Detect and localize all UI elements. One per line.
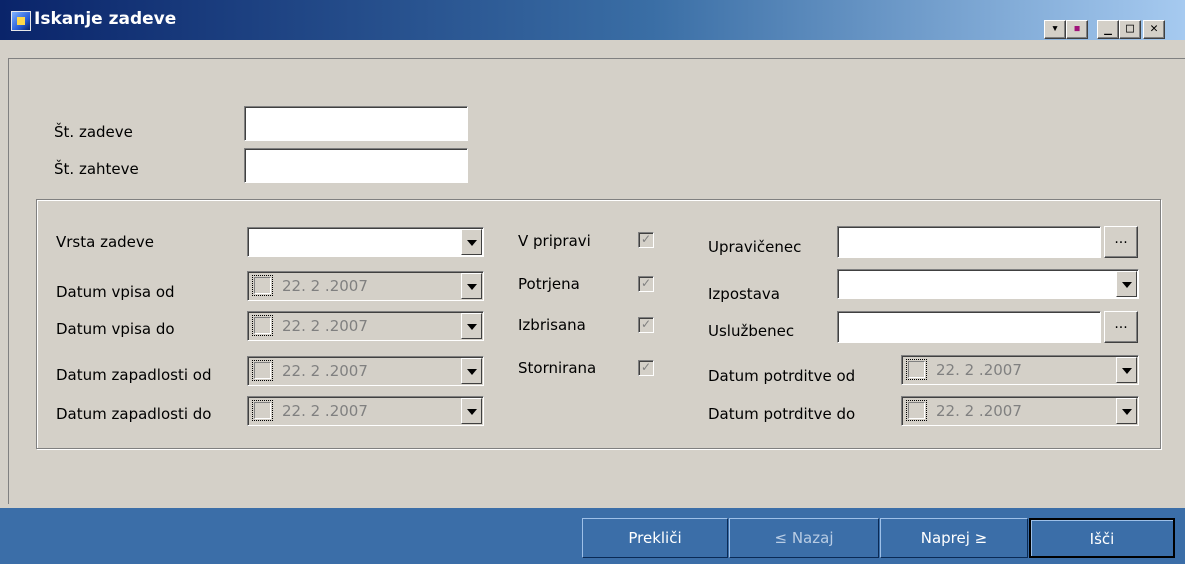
cancel-button[interactable]: Prekliči (582, 518, 728, 558)
upravicenec-browse-button[interactable]: ... (1104, 226, 1138, 258)
izpostava-label: Izpostava (708, 285, 780, 303)
dropdown-arrow-icon[interactable] (1116, 271, 1137, 297)
dropdown-arrow-icon[interactable] (1116, 357, 1137, 383)
v-pripravi-label: V pripravi (518, 232, 591, 250)
datum-zapadlosti-od-checkbox[interactable] (252, 360, 273, 381)
stornirana-label: Stornirana (518, 359, 597, 377)
usluzbenec-browse-button[interactable]: ... (1104, 311, 1138, 343)
datum-zapadlosti-do-label: Datum zapadlosti do (56, 405, 212, 423)
back-button[interactable]: ≤ Nazaj (729, 518, 879, 558)
usluzbenec-input[interactable] (837, 311, 1101, 343)
datum-potrditve-od-checkbox[interactable] (906, 359, 927, 380)
datum-vpisa-od-label: Datum vpisa od (56, 283, 175, 301)
datum-zapadlosti-do-picker[interactable]: 22. 2 .2007 (247, 396, 484, 426)
dropdown-arrow-icon[interactable] (461, 229, 482, 255)
datum-vpisa-od-checkbox[interactable] (252, 275, 273, 296)
st-zahteve-input[interactable] (244, 148, 468, 183)
vrsta-zadeve-label: Vrsta zadeve (56, 233, 155, 251)
izbrisana-checkbox[interactable]: ✓ (638, 317, 654, 333)
dropdown-arrow-icon[interactable] (461, 398, 482, 424)
next-button[interactable]: Naprej ≥ (880, 518, 1028, 558)
v-pripravi-checkbox[interactable]: ✓ (638, 232, 654, 248)
upravicenec-label: Upravičenec (708, 238, 802, 256)
datum-vpisa-do-label: Datum vpisa do (56, 320, 175, 338)
datum-vpisa-do-picker[interactable]: 22. 2 .2007 (247, 311, 484, 341)
datum-potrditve-od-picker[interactable]: 22. 2 .2007 (901, 355, 1139, 385)
datum-zapadlosti-od-label: Datum zapadlosti od (56, 366, 212, 384)
potrjena-label: Potrjena (518, 275, 580, 293)
maximize-button[interactable]: □ (1119, 20, 1141, 39)
st-zahteve-label: Št. zahteve (54, 160, 139, 178)
datum-vpisa-do-value: 22. 2 .2007 (282, 317, 368, 335)
datum-zapadlosti-do-value: 22. 2 .2007 (282, 402, 368, 420)
dropdown-arrow-icon[interactable] (461, 313, 482, 339)
datum-zapadlosti-od-value: 22. 2 .2007 (282, 362, 368, 380)
title-bar[interactable]: Iskanje zadeve ▾ ▪ _ □ ✕ (0, 0, 1185, 40)
izbrisana-label: Izbrisana (518, 316, 586, 334)
datum-zapadlosti-do-checkbox[interactable] (252, 400, 273, 421)
button-bar: Prekliči ≤ Nazaj Naprej ≥ Išči (0, 508, 1185, 564)
potrjena-checkbox[interactable]: ✓ (638, 276, 654, 292)
datum-vpisa-od-picker[interactable]: 22. 2 .2007 (247, 271, 484, 301)
dropdown-arrow-icon[interactable] (1116, 398, 1137, 424)
izpostava-select[interactable] (837, 269, 1139, 299)
close-button[interactable]: ✕ (1143, 20, 1165, 39)
datum-potrditve-do-checkbox[interactable] (906, 400, 927, 421)
datum-zapadlosti-od-picker[interactable]: 22. 2 .2007 (247, 356, 484, 386)
datum-potrditve-do-value: 22. 2 .2007 (936, 402, 1022, 420)
datum-vpisa-do-checkbox[interactable] (252, 315, 273, 336)
vrsta-zadeve-select[interactable] (247, 227, 484, 257)
dropdown-icon[interactable]: ▾ (1044, 20, 1066, 39)
dropdown-arrow-icon[interactable] (461, 358, 482, 384)
datum-potrditve-od-label: Datum potrditve od (708, 367, 856, 385)
datum-potrditve-od-value: 22. 2 .2007 (936, 361, 1022, 379)
window-title: Iskanje zadeve (34, 9, 177, 29)
dropdown-arrow-icon[interactable] (461, 273, 482, 299)
datum-potrditve-do-picker[interactable]: 22. 2 .2007 (901, 396, 1139, 426)
pin-icon[interactable]: ▪ (1066, 20, 1088, 39)
upravicenec-input[interactable] (837, 226, 1101, 258)
minimize-button[interactable]: _ (1097, 20, 1119, 39)
st-zadeve-input[interactable] (244, 106, 468, 141)
stornirana-checkbox[interactable]: ✓ (638, 360, 654, 376)
app-icon (11, 11, 31, 31)
search-button[interactable]: Išči (1029, 518, 1175, 558)
st-zadeve-label: Št. zadeve (54, 123, 133, 141)
datum-potrditve-do-label: Datum potrditve do (708, 405, 856, 423)
usluzbenec-label: Uslužbenec (708, 322, 795, 340)
datum-vpisa-od-value: 22. 2 .2007 (282, 277, 368, 295)
